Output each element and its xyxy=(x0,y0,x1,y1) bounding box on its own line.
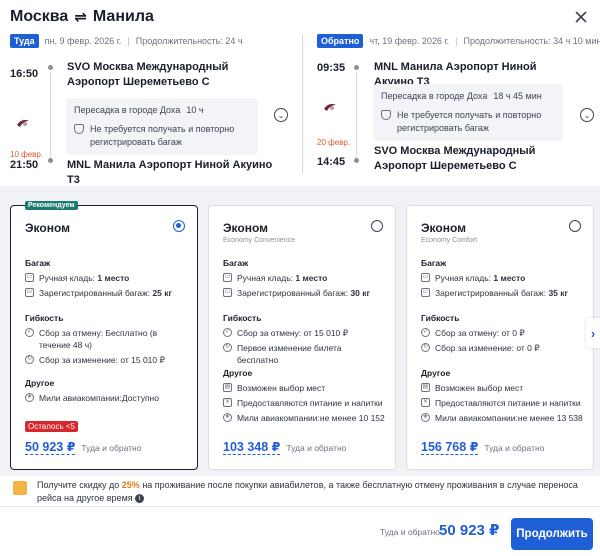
timeline-dot xyxy=(354,65,359,70)
info-icon[interactable]: i xyxy=(135,494,145,504)
carry-on-icon: ▭ xyxy=(223,273,232,282)
fare-radio[interactable] xyxy=(371,220,383,232)
inbound-baggage-note: Не требуется получать и повторно регистр… xyxy=(397,110,542,133)
carry-on-icon: ▭ xyxy=(25,273,34,282)
fare-subtitle: Economy Comfort xyxy=(421,237,478,244)
leg-divider xyxy=(302,34,303,174)
seat-icon: ▤ xyxy=(223,383,232,392)
checkout-footer: Туда и обратно 50 923 ₽ Продолжить xyxy=(0,506,600,556)
fare-card-economy-convenience[interactable]: Эконом Economy Convenience Багаж ▭ Ручная… xyxy=(208,205,396,470)
inbound-expand-icon[interactable]: ⌄ xyxy=(580,108,594,122)
continue-button[interactable]: Продолжить xyxy=(511,518,593,550)
total-price: 50 923 ₽ xyxy=(439,522,500,539)
outbound-tag: Туда xyxy=(10,34,39,48)
outbound-layover: Пересадка в городе Доха 10 ч Не требуетс… xyxy=(66,98,258,155)
miles-icon: ★ xyxy=(25,393,34,402)
other-section: Другое ▤ Возможен выбор мест ✕ Предоставля… xyxy=(223,368,385,423)
luggage-icon: ▭ xyxy=(223,288,232,297)
miles-icon: ★ xyxy=(223,413,232,422)
outbound-arr-airport: MNL Манила Аэропорт Ниной Акуино T3 xyxy=(67,159,273,186)
outbound-layover-label: Пересадка в городе Доха xyxy=(74,105,181,115)
inbound-leg: Обратно чт, 19 февр. 2026 г. | Продолжит… xyxy=(317,34,600,48)
carry-on-icon: ▭ xyxy=(421,273,430,282)
timeline-dot xyxy=(354,158,359,163)
recommended-badge: Рекомендуем xyxy=(25,201,78,210)
outbound-arr-time: 21:50 xyxy=(10,159,39,171)
fare-radio[interactable] xyxy=(173,220,185,232)
outbound-layover-duration: 10 ч xyxy=(186,105,204,115)
outbound-baggage-note: Не требуется получать и повторно регистр… xyxy=(90,124,235,147)
airline-logo-icon xyxy=(17,120,29,127)
outbound-dep-airport: SVO Москва Международный Аэропорт Шереме… xyxy=(67,61,229,88)
cancel-icon: ✓ xyxy=(421,328,430,337)
change-icon: ↻ xyxy=(25,355,34,364)
flexibility-section: Гибкость ✓ Сбор за отмену: Бесплатно (в т… xyxy=(25,313,165,365)
baggage-section: Багаж ▭ Ручная кладь: 1 место ▭ Зарегистри… xyxy=(421,258,569,298)
swap-icon: ⇌ xyxy=(74,9,87,26)
timeline-dot xyxy=(48,65,53,70)
fare-price: 156 768 ₽ Туда и обратно xyxy=(421,440,545,455)
flexibility-section: Гибкость ✓ Сбор за отмену: от 15 010 ₽ ↻ П… xyxy=(223,313,349,365)
outbound-leg: Туда пн, 9 февр. 2026 г. | Продолжительн… xyxy=(10,34,243,48)
seats-remaining-badge: Осталось <5 xyxy=(25,421,78,432)
timeline-line xyxy=(356,72,357,158)
fare-title: Эконом xyxy=(421,221,467,235)
promo-banner: Получите скидку до 25% на проживание пос… xyxy=(13,479,593,505)
outbound-duration: Продолжительность: 24 ч xyxy=(135,36,243,46)
fare-radio[interactable] xyxy=(569,220,581,232)
fare-title: Эконом xyxy=(25,221,71,235)
fare-card-economy[interactable]: Рекомендуем Эконом Багаж ▭ Ручная кладь: … xyxy=(10,201,198,470)
change-icon: ↻ xyxy=(223,343,232,352)
airline-logo-icon xyxy=(324,104,336,111)
other-section: Другое ★ Мили авиакомпании:Доступно xyxy=(25,378,159,403)
miles-icon: ★ xyxy=(421,413,430,422)
outbound-expand-icon[interactable]: ⌄ xyxy=(274,108,288,122)
fare-subtitle: Economy Convenience xyxy=(223,237,295,244)
origin-city: Москва xyxy=(10,8,69,25)
baggage-section: Багаж ▭ Ручная кладь: 1 место ▭ Зарегистри… xyxy=(25,258,173,298)
fare-card-economy-comfort[interactable]: Эконом Economy Comfort Багаж ▭ Ручная кла… xyxy=(406,205,594,470)
outbound-dep-time: 16:50 xyxy=(10,68,39,80)
inbound-arr-time: 14:45 xyxy=(317,156,346,168)
shield-icon xyxy=(74,124,84,134)
fare-title: Эконом xyxy=(223,221,269,235)
shield-icon xyxy=(381,110,391,120)
inbound-arr-dayshift: 20 февр. xyxy=(317,138,351,147)
change-icon: ↻ xyxy=(421,343,430,352)
fare-price: 103 348 ₽ Туда и обратно xyxy=(223,440,347,455)
inbound-dep-time: 09:35 xyxy=(317,62,346,74)
meal-icon: ✕ xyxy=(421,398,430,407)
luggage-icon: ▭ xyxy=(421,288,430,297)
cancel-icon: ✓ xyxy=(223,328,232,337)
luggage-icon: ▭ xyxy=(25,288,34,297)
outbound-arr-dayshift: 10 февр. xyxy=(10,150,44,159)
baggage-section: Багаж ▭ Ручная кладь: 1 место ▭ Зарегистри… xyxy=(223,258,371,298)
meal-icon: ✕ xyxy=(223,398,232,407)
close-icon[interactable] xyxy=(574,10,588,24)
inbound-tag: Обратно xyxy=(317,34,364,48)
route-title: Москва ⇌ Манила xyxy=(10,8,154,26)
cancel-icon: ✓ xyxy=(25,328,34,337)
next-fares-arrow-icon[interactable]: › xyxy=(586,318,600,348)
flexibility-section: Гибкость ✓ Сбор за отмену: от 0 ₽ ↻ Сбор з… xyxy=(421,313,540,353)
timeline-dot xyxy=(48,158,53,163)
gift-icon xyxy=(13,481,27,495)
inbound-arr-airport: SVO Москва Международный Аэропорт Шереме… xyxy=(374,145,536,172)
other-section: Другое ▤ Возможен выбор мест ✕ Предоставля… xyxy=(421,368,583,423)
outbound-date: пн, 9 февр. 2026 г. xyxy=(44,36,122,46)
destination-city: Манила xyxy=(92,8,154,25)
timeline-line xyxy=(50,72,51,158)
fare-price: 50 923 ₽ Туда и обратно xyxy=(25,440,142,455)
seat-icon: ▤ xyxy=(421,383,430,392)
inbound-layover-label: Пересадка в городе Доха xyxy=(381,91,488,101)
inbound-duration: Продолжительность: 34 ч 10 мин xyxy=(463,36,600,46)
inbound-layover-duration: 18 ч 45 мин xyxy=(493,91,542,101)
inbound-layover: Пересадка в городе Доха 18 ч 45 мин Не т… xyxy=(373,84,563,141)
total-label: Туда и обратно xyxy=(380,527,441,537)
inbound-date: чт, 19 февр. 2026 г. xyxy=(369,36,450,46)
